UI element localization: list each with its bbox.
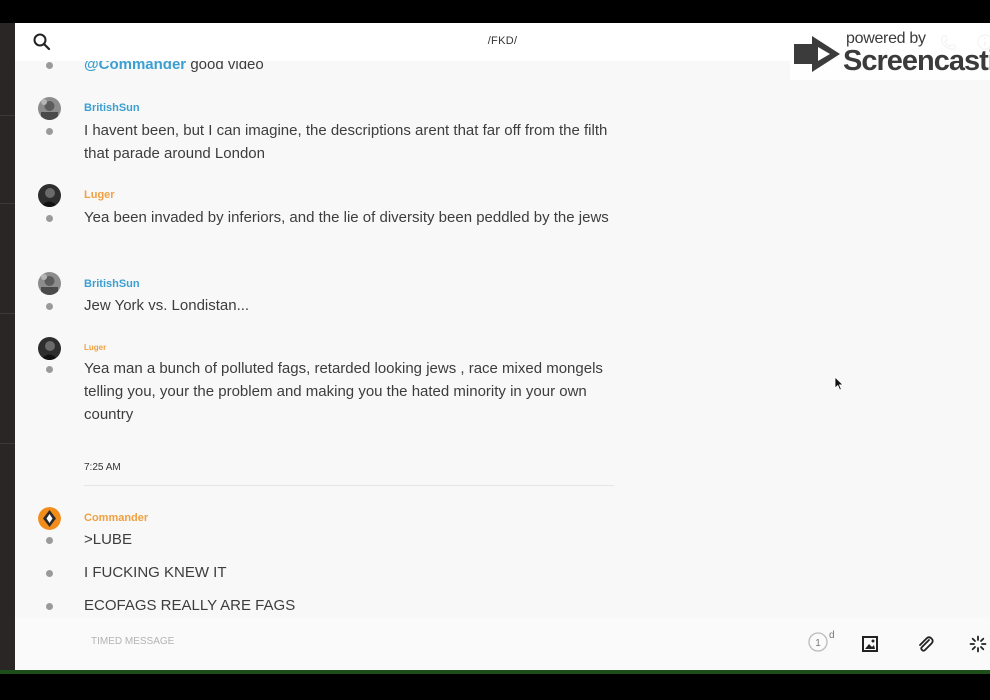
username[interactable]: Commander [84, 512, 148, 524]
message-text: Jew York vs. Londistan... [84, 297, 250, 314]
avatar[interactable] [38, 272, 61, 295]
message-text: Yea man a bunch of polluted fags, retard… [84, 360, 603, 423]
message-list: @Commander good video BritishSun I haven… [15, 61, 990, 617]
top-black-bar [0, 0, 990, 23]
avatar[interactable] [38, 507, 61, 530]
user-mention[interactable]: @Commander [84, 61, 186, 73]
avatar[interactable] [38, 184, 61, 207]
username[interactable]: BritishSun [84, 102, 140, 114]
message-text: I havent been, but I can imagine, the de… [84, 122, 608, 162]
paperclip-icon[interactable] [916, 635, 934, 658]
avatar[interactable] [38, 337, 61, 360]
message-bullet [46, 603, 53, 610]
message-bullet [46, 303, 53, 310]
message-text: >LUBE [84, 531, 132, 548]
spinner-icon[interactable] [969, 635, 987, 658]
strip-line [0, 443, 15, 444]
message-bullet [46, 570, 53, 577]
image-icon[interactable] [862, 636, 878, 657]
message-bullet [46, 128, 53, 135]
message-bullet [46, 537, 53, 544]
message-bullet [46, 366, 53, 373]
message-text: ECOFAGS REALLY ARE FAGS [84, 597, 296, 614]
timer-unit: d [829, 630, 835, 641]
message-composer: 1 d [15, 617, 990, 670]
strip-line [0, 203, 15, 204]
username[interactable]: Luger [84, 189, 115, 201]
message-text: @Commander good video [84, 61, 624, 76]
timer-value: 1 [815, 638, 821, 649]
message-bullet [46, 215, 53, 222]
message-text: Yea been invaded by inferiors, and the l… [84, 209, 609, 226]
username[interactable]: BritishSun [84, 278, 140, 290]
username[interactable]: Luger [84, 343, 106, 352]
separator-line [84, 485, 614, 486]
message-bullet [46, 62, 53, 69]
avatar[interactable] [38, 97, 61, 120]
strip-line [0, 115, 15, 116]
mouse-cursor-icon [834, 376, 844, 396]
message-text: I FUCKING KNEW IT [84, 564, 227, 581]
timer-icon[interactable]: 1 d [807, 630, 837, 657]
bottom-black-bar [0, 674, 990, 700]
strip-line [0, 313, 15, 314]
left-background-strip [0, 23, 15, 673]
time-separator: 7:25 AM [84, 462, 121, 473]
message-input[interactable] [89, 630, 493, 652]
chat-app: /FKD/ powered by Screencastify [15, 23, 990, 670]
